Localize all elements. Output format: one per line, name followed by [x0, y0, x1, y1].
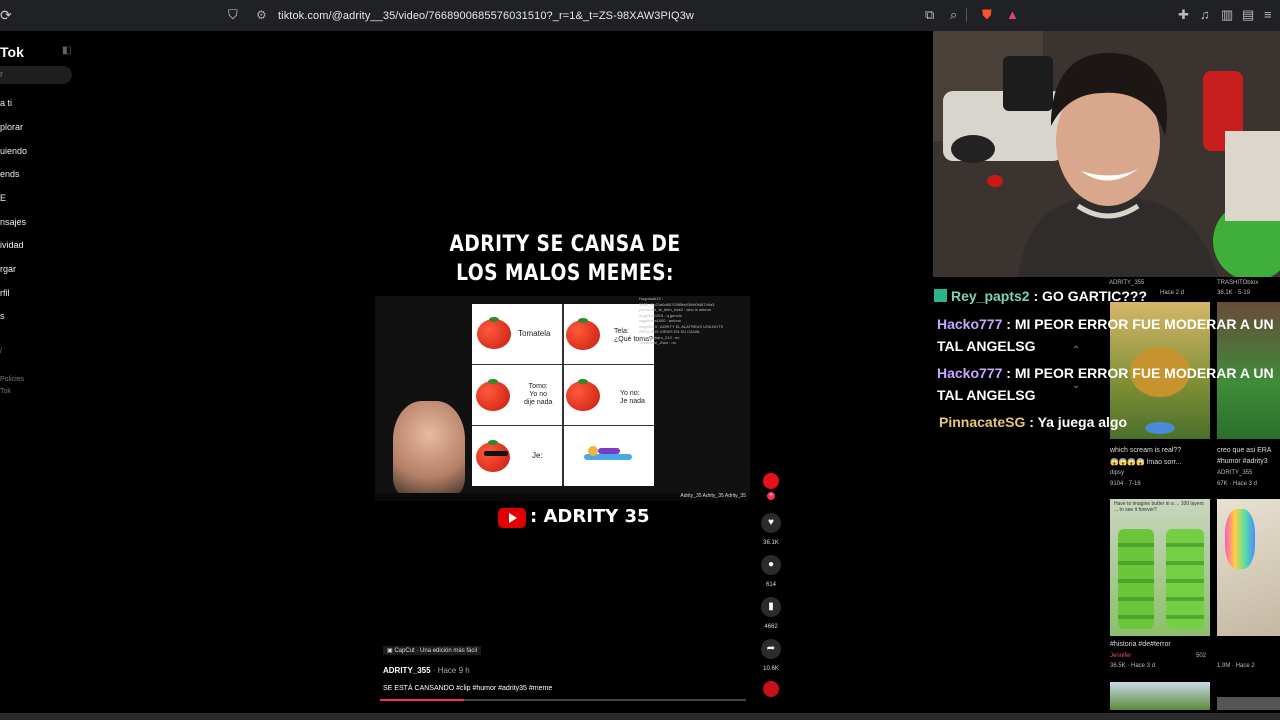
meme-cell: Yo no: Je nada	[564, 365, 654, 425]
reload-icon[interactable]: ⟳	[0, 7, 12, 24]
chat-badge-icon	[934, 289, 947, 302]
nav-item-live[interactable]: E	[0, 193, 6, 203]
post-time: · Hace 9 h	[430, 666, 470, 675]
rewards-icon[interactable]: ▲	[1006, 7, 1019, 22]
creator-avatar[interactable]	[763, 473, 779, 489]
youtube-channel-label: : ADRITY 35	[530, 506, 650, 527]
follow-plus-icon[interactable]: +	[767, 492, 775, 500]
nav-item-messages[interactable]: nsajes	[0, 217, 26, 227]
nav-item-explore[interactable]: plorar	[0, 122, 23, 132]
watermark-handles: Adrity_35 Adrity_35 Adrity_35	[680, 493, 746, 499]
menu-icon[interactable]: ≡	[1264, 7, 1272, 22]
rec-caption: #historia #de#terror	[1110, 641, 1171, 648]
youtube-logo-icon	[498, 508, 526, 528]
tiktok-logo[interactable]: Tok	[0, 44, 24, 60]
site-info-icon[interactable]: ⚙	[256, 8, 267, 22]
video-author[interactable]: ADRITY_355 · Hace 9 h	[383, 666, 470, 675]
wallet-icon[interactable]: ▤	[1242, 7, 1254, 23]
toolbar-divider	[966, 8, 967, 22]
zoom-icon[interactable]: ⌕	[950, 7, 957, 23]
translate-icon[interactable]: ⧉	[925, 7, 934, 23]
rec-like-count: 502	[1196, 653, 1207, 659]
rec-meta: 9104 · 7-16	[1110, 481, 1141, 487]
like-count: 36.1K	[763, 540, 779, 546]
brave-shield-icon[interactable]: ⛊	[982, 7, 992, 23]
comment-count: 614	[765, 582, 776, 588]
video-progress-fill	[380, 699, 465, 701]
nav-item-activity[interactable]: ividad	[0, 240, 24, 250]
heart-icon: ♥	[768, 517, 774, 528]
extensions-icon[interactable]: ✚	[1178, 7, 1189, 23]
clip-bottom-strip: Adrity_35 Adrity_35 Adrity_35	[375, 493, 750, 501]
rec-thumbnail[interactable]	[1217, 499, 1280, 636]
video-title-line-1: ADRITY SE CANSA DE	[449, 232, 681, 257]
save-count: 4662	[764, 624, 778, 630]
video-player[interactable]: ADRITY SE CANSA DE LOS MALOS MEMES: Toma…	[375, 230, 755, 528]
meme-cell: Tomo: Yo no dije nada	[472, 365, 562, 425]
nav-item-extra[interactable]: /	[0, 348, 2, 355]
chat-message: Hacko777 : MI PEOR ERROR FUE MODERAR A U…	[937, 365, 1274, 403]
video-description: SE ESTÁ CANSANDO #clip #humor #adrity35 …	[383, 685, 553, 692]
music-disc-icon[interactable]	[763, 681, 779, 697]
rec-caption: #humor #adrity3	[1217, 458, 1268, 465]
nav-item-foryou[interactable]: a ti	[0, 98, 12, 108]
rec-meta: 36.5K · Hace 3 d	[1110, 663, 1156, 669]
comment-button[interactable]: ●	[761, 555, 781, 575]
sidebar-toggle-icon[interactable]: ▥	[1221, 7, 1233, 23]
video-clip-frame: Tomatela Tela: ¿Qué toma? Tomo: Yo no di…	[375, 296, 750, 501]
rec-thumbnail[interactable]	[1217, 697, 1280, 710]
meme-cell	[564, 426, 654, 486]
rec-caption: 😱😱😱😱 lmao sorr...	[1110, 459, 1182, 466]
nav-item-more[interactable]: s	[0, 311, 5, 321]
rec-author: ADRITY_355	[1217, 470, 1253, 476]
nav-item-friends[interactable]: ends	[0, 169, 20, 179]
scroll-up-icon[interactable]: ⌃	[1072, 345, 1080, 356]
media-icon[interactable]: ♫	[1200, 7, 1210, 22]
bookmark-icon: ▮	[768, 601, 774, 612]
share-arrow-icon: ➦	[766, 643, 776, 654]
share-button[interactable]: ➦	[761, 639, 781, 659]
capcut-badge[interactable]: ▣ CapCut · Una edición más fácil	[383, 646, 482, 655]
rec-thumbnail[interactable]	[1110, 682, 1210, 710]
streamer-face-cam	[393, 401, 465, 497]
rec-author: Jennifer	[1110, 653, 1132, 659]
taskbar-strip	[0, 713, 1280, 720]
webcam-scene	[933, 31, 1280, 277]
meme-cell: Tomatela	[472, 304, 562, 364]
tiktok-sidebar: Tok ◧ r a ti plorar uiendo ends E nsajes…	[0, 31, 80, 720]
chat-message: PinnacateSG : Ya juega algo	[939, 414, 1128, 430]
footer-copyright: Tok	[0, 388, 11, 395]
rec-meta: 1.9M · Hace 2	[1217, 663, 1255, 669]
rec-author: dipsy	[1110, 470, 1125, 476]
embedded-chat: Hugoiaa613 : 3885_f8c23a0d8070385fe8394f…	[639, 296, 724, 345]
rec-caption: which scream is real??	[1110, 447, 1182, 454]
video-progress-bar[interactable]	[380, 699, 746, 701]
rec-meta: 67K · Hace 3 d	[1217, 481, 1258, 487]
collapse-sidebar-icon[interactable]: ◧	[62, 45, 71, 56]
chat-message: Rey_papts2 : GO GARTIC???	[934, 285, 1274, 307]
rec-thumbnail[interactable]: Have to imagine butter in a ... 100 laye…	[1110, 499, 1210, 636]
nav-item-upload[interactable]: rgar	[0, 264, 16, 274]
browser-toolbar: ⟳ ⛉ ⚙ tiktok.com/@adrity__35/video/76689…	[0, 0, 1280, 31]
meme-grid: Tomatela Tela: ¿Qué toma? Tomo: Yo no di…	[472, 304, 654, 486]
address-bar[interactable]: tiktok.com/@adrity__35/video/76689006855…	[278, 10, 694, 22]
nav-item-following[interactable]: uiendo	[0, 146, 27, 156]
save-button[interactable]: ▮	[761, 597, 781, 617]
streamer-webcam	[933, 31, 1280, 277]
meme-cell: Je:	[472, 426, 562, 486]
footer-policies[interactable]: Policies	[0, 376, 24, 383]
nav-item-profile[interactable]: rfil	[0, 288, 10, 298]
video-title-line-2: LOS MALOS MEMES:	[456, 261, 674, 286]
bookmark-icon[interactable]: ⛉	[228, 7, 238, 23]
rec-caption: creo que asi ERA	[1217, 447, 1272, 454]
chat-message: Hacko777 : MI PEOR ERROR FUE MODERAR A U…	[937, 316, 1274, 354]
share-count: 10.6K	[763, 666, 779, 672]
scroll-down-icon[interactable]: ⌄	[1072, 380, 1080, 391]
comment-icon: ●	[767, 559, 775, 570]
search-input[interactable]: r	[0, 66, 72, 84]
like-button[interactable]: ♥	[761, 513, 781, 533]
